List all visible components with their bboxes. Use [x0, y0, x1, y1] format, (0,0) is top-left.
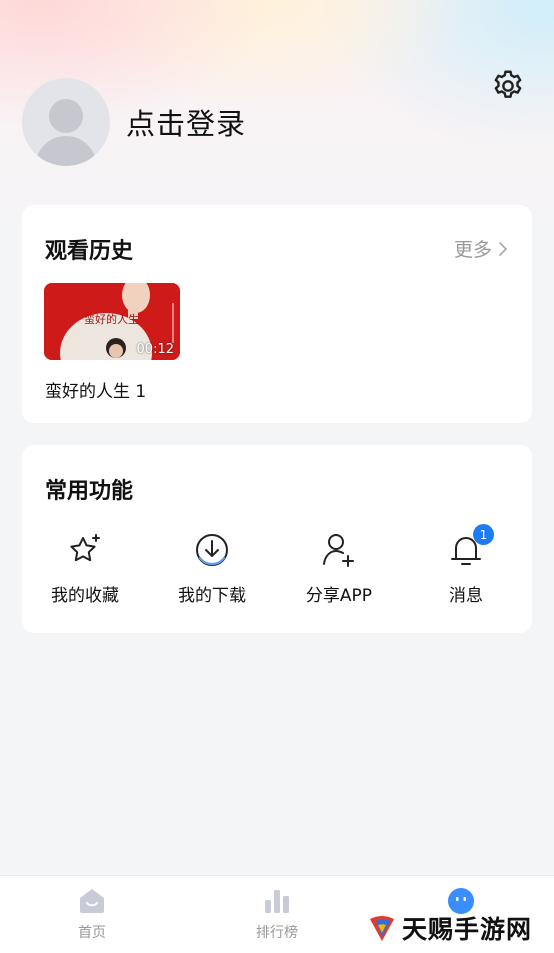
gear-icon [494, 70, 522, 98]
history-thumbnail[interactable]: 蛮好的人生 00:12 [44, 283, 180, 360]
ranking-icon [265, 890, 289, 913]
downloads-button[interactable]: 我的下载 [157, 530, 267, 610]
favorites-button[interactable]: 我的收藏 [30, 530, 140, 610]
settings-button[interactable] [489, 67, 527, 105]
watermark: 天赐手游网 [368, 908, 532, 948]
nav-home-label: 首页 [78, 925, 106, 941]
watch-history-card: 观看历史 更多 蛮好的人生 00:12 蛮好的人生 1 [22, 205, 532, 423]
user-placeholder-icon [34, 99, 98, 166]
messages-label: 消息 [449, 586, 483, 606]
home-icon [80, 889, 104, 913]
more-label: 更多 [453, 239, 492, 261]
watermark-text: 天赐手游网 [402, 915, 533, 944]
more-link[interactable]: 更多 [454, 235, 508, 262]
watermark-logo-icon [370, 916, 394, 941]
messages-button[interactable]: 1 消息 [411, 524, 521, 610]
watch-history-title: 观看历史 [45, 239, 134, 264]
share-app-label: 分享APP [305, 586, 373, 606]
common-functions-card: 常用功能 我的收藏 我的下载 分享APP 1 消息 [22, 445, 532, 633]
nav-home[interactable]: 首页 [42, 886, 142, 942]
download-icon [196, 534, 228, 566]
nav-ranking-label: 排行榜 [256, 925, 298, 941]
poster-title: 蛮好的人生 [84, 312, 139, 326]
star-sparkle-icon [70, 534, 100, 562]
avatar[interactable] [22, 78, 110, 166]
favorites-label: 我的收藏 [51, 586, 119, 606]
history-item-title[interactable]: 蛮好的人生 1 [45, 377, 146, 402]
share-user-icon [323, 534, 354, 567]
downloads-label: 我的下载 [178, 586, 246, 606]
share-app-button[interactable]: 分享APP [284, 530, 394, 610]
nav-ranking[interactable]: 排行榜 [227, 886, 327, 942]
common-functions-title: 常用功能 [45, 479, 134, 504]
notification-badge: 1 [473, 524, 494, 545]
chevron-right-icon [499, 241, 508, 256]
video-duration: 00:12 [136, 342, 174, 357]
login-link[interactable]: 点击登录 [126, 104, 246, 144]
